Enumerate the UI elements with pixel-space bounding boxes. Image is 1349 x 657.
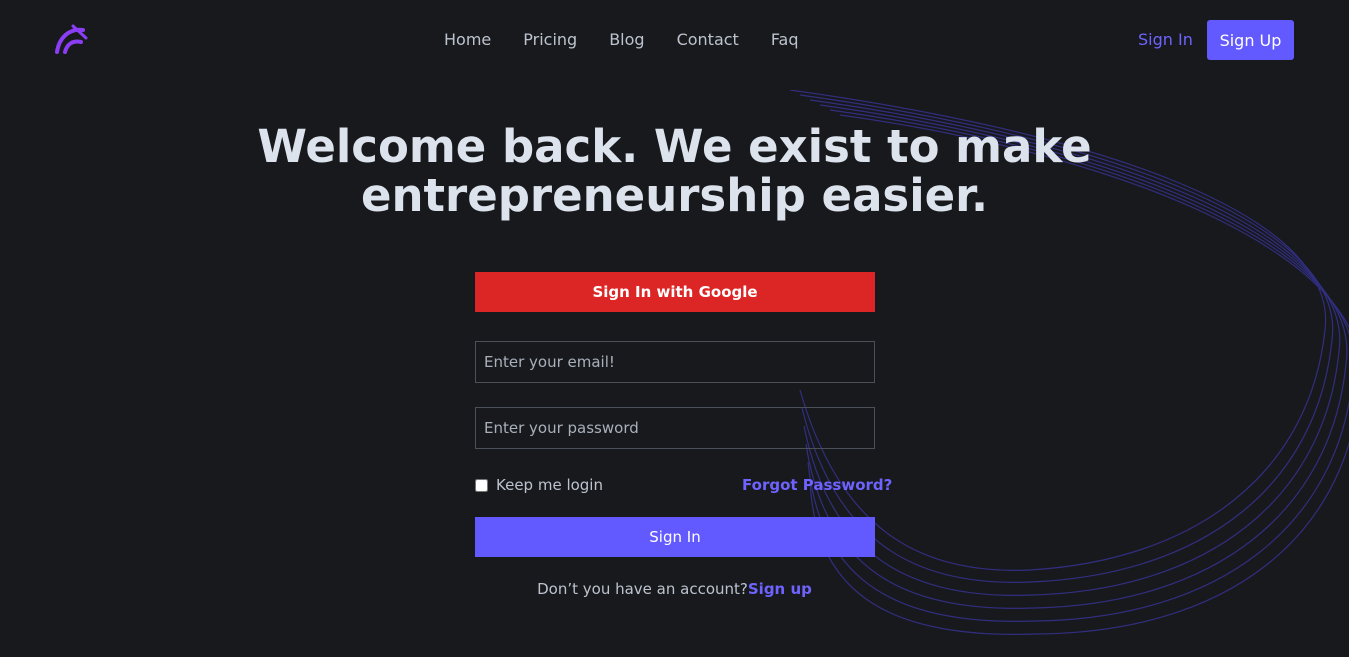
header-sign-in-link[interactable]: Sign In [1138, 30, 1193, 49]
nav-link-blog[interactable]: Blog [609, 29, 644, 51]
page-title-line-1: Welcome back. We exist to make [257, 120, 1092, 173]
nav-link-pricing[interactable]: Pricing [523, 29, 577, 51]
nav-link-home[interactable]: Home [444, 29, 491, 51]
no-account-text: Don’t you have an account? [537, 580, 748, 598]
forgot-password-link[interactable]: Forgot Password? [742, 476, 892, 494]
keep-login-label[interactable]: Keep me login [496, 476, 603, 494]
keep-login-group: Keep me login [475, 476, 603, 494]
password-field[interactable] [475, 407, 875, 449]
brand-logo-icon[interactable] [53, 22, 89, 58]
sign-up-link[interactable]: Sign up [748, 580, 812, 598]
email-field[interactable] [475, 341, 875, 383]
page-title: Welcome back. We exist to make entrepren… [0, 122, 1349, 220]
nav-link-contact[interactable]: Contact [677, 29, 739, 51]
signup-prompt: Don’t you have an account?Sign up [0, 580, 1349, 598]
header-sign-up-button[interactable]: Sign Up [1207, 20, 1294, 60]
top-navbar: Home Pricing Blog Contact Faq Sign In Si… [0, 0, 1349, 82]
keep-login-checkbox[interactable] [475, 478, 488, 492]
page-title-line-2: entrepreneurship easier. [360, 169, 989, 222]
sign-in-submit-button[interactable]: Sign In [475, 517, 875, 557]
nav-link-faq[interactable]: Faq [771, 29, 799, 51]
main-nav: Home Pricing Blog Contact Faq [444, 29, 831, 51]
google-sign-in-button[interactable]: Sign In with Google [475, 272, 875, 312]
